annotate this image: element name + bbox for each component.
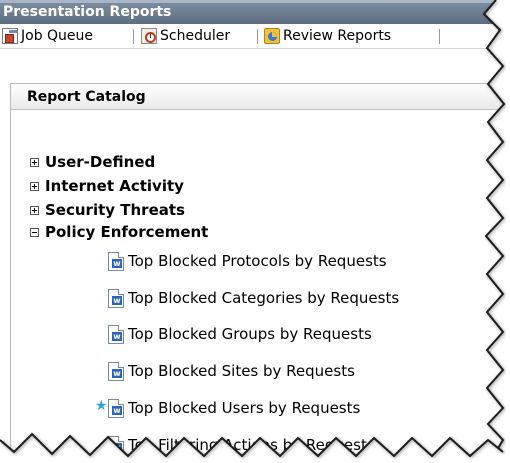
review-reports-icon — [264, 28, 280, 44]
scheduler-label: Scheduler — [160, 28, 231, 44]
scheduler-icon — [141, 28, 157, 44]
report-document-icon: w — [108, 398, 124, 418]
report-label: Top Filtering Actions by Requests — [128, 436, 375, 454]
category-label: User-Defined — [45, 153, 156, 171]
expand-icon[interactable] — [30, 181, 39, 191]
toolbar-separator — [133, 29, 134, 44]
category-policy-enforcement[interactable]: Policy Enforcement — [30, 221, 208, 243]
category-security-threats[interactable]: Security Threats — [30, 199, 185, 221]
report-document-icon: w — [108, 435, 124, 455]
report-item-starred[interactable]: w Top Blocked Users by Requests — [106, 397, 360, 419]
report-tree: User-Defined Internet Activity Security … — [11, 84, 510, 463]
report-item[interactable]: w Top Filtering Actions by Requests — [106, 434, 375, 456]
report-label: Top Blocked Users by Requests — [128, 399, 361, 417]
presentation-reports-window: Presentation Reports Job Queue Scheduler… — [0, 0, 510, 463]
scheduler-button[interactable]: Scheduler — [141, 24, 230, 48]
title-bar-highlight — [0, 0, 510, 3]
category-label: Internet Activity — [45, 177, 184, 195]
report-label: Top Blocked Sites by Requests — [128, 362, 355, 380]
toolbar-separator — [439, 29, 440, 44]
category-internet-activity[interactable]: Internet Activity — [30, 175, 184, 197]
toolbar: Job Queue Scheduler Review Reports — [0, 24, 510, 49]
job-queue-icon — [2, 28, 18, 44]
title-bar: Presentation Reports — [0, 0, 510, 24]
report-item[interactable]: w Top Blocked Categories by Requests — [106, 287, 399, 309]
collapse-icon[interactable] — [30, 227, 39, 237]
expand-icon[interactable] — [30, 205, 39, 215]
report-label: Top Blocked Groups by Requests — [128, 325, 372, 343]
job-queue-button[interactable]: Job Queue — [2, 24, 93, 48]
category-label: Security Threats — [45, 201, 185, 219]
report-item[interactable]: w Top Blocked Groups by Requests — [106, 323, 372, 345]
report-document-icon: w — [108, 288, 124, 308]
expand-icon[interactable] — [30, 157, 39, 167]
report-item[interactable]: w Top Blocked Protocols by Requests — [106, 250, 387, 272]
report-document-icon: w — [108, 361, 124, 381]
report-catalog-panel: Report Catalog User-Defined Internet Act… — [10, 83, 510, 463]
report-item[interactable]: w Top Blocked Sites by Requests — [106, 360, 355, 382]
category-user-defined[interactable]: User-Defined — [30, 151, 155, 173]
review-reports-label: Review Reports — [283, 28, 392, 44]
window-title: Presentation Reports — [3, 4, 172, 20]
category-label: Policy Enforcement — [45, 223, 209, 241]
review-reports-button[interactable]: Review Reports — [264, 24, 391, 48]
toolbar-separator — [257, 29, 258, 44]
report-document-icon: w — [108, 324, 124, 344]
report-label: Top Blocked Categories by Requests — [128, 289, 400, 307]
report-label: Top Blocked Protocols by Requests — [128, 252, 387, 270]
job-queue-label: Job Queue — [21, 28, 94, 44]
report-document-icon: w — [108, 251, 124, 271]
